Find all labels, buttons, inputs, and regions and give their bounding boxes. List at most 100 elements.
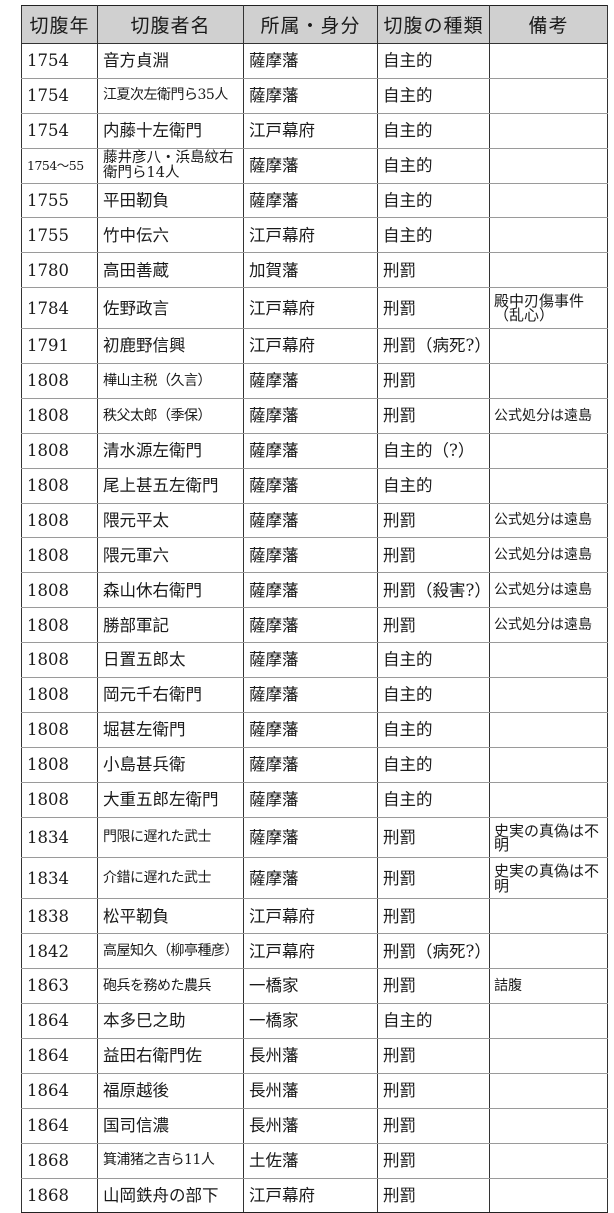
cell-affiliation: 江戸幕府 [243,328,378,365]
cell-affiliation: 江戸幕府 [243,933,378,970]
table-row: 1864 福原越後 長州藩 刑罰 [21,1073,608,1109]
cell-affiliation: 一橋家 [243,968,378,1005]
table-row: 1808 岡元千右衛門 薩摩藩 自主的 [21,677,608,713]
cell-year: 1864 [21,1108,98,1144]
cell-affiliation: 加賀藩 [243,252,378,289]
cell-year: 1780 [21,252,98,289]
cell-note [489,1108,608,1144]
cell-note: 公式処分は遠島 [489,398,608,434]
table-row: 1755 竹中伝六 江戸幕府 自主的 [21,217,608,254]
cell-note [489,252,608,289]
cell-year: 1808 [21,677,98,713]
cell-affiliation: 江戸幕府 [243,1178,378,1213]
cell-year: 1834 [21,857,98,900]
cell-affiliation: 薩摩藩 [243,537,378,574]
cell-year: 1808 [21,398,98,434]
table-row: 1838 松平靭負 江戸幕府 刑罰 [21,898,608,935]
table-row: 1864 本多巳之助 一橋家 自主的 [21,1003,608,1039]
cell-name: 初鹿野信興 [97,328,244,365]
cell-type: 自主的 [377,1003,490,1039]
cell-name: 福原越後 [97,1073,244,1109]
cell-name: 砲兵を務めた農兵 [97,968,244,1005]
cell-affiliation: 薩摩藩 [243,503,378,539]
cell-note [489,1178,608,1213]
table-row: 1808 日置五郎太 薩摩藩 自主的 [21,642,608,679]
table-row: 1808 小島甚兵衛 薩摩藩 自主的 [21,747,608,783]
cell-name: 音方貞淵 [97,43,244,79]
cell-affiliation: 長州藩 [243,1108,378,1144]
cell-affiliation: 薩摩藩 [243,642,378,679]
cell-name: 高田善蔵 [97,252,244,289]
cell-note [489,468,608,504]
cell-affiliation: 薩摩藩 [243,468,378,504]
cell-year: 1754 [21,78,98,114]
cell-year: 1755 [21,217,98,254]
cell-name: 岡元千右衛門 [97,677,244,713]
cell-note [489,677,608,713]
cell-type: 自主的 [377,677,490,713]
table-row: 1868 山岡鉄舟の部下 江戸幕府 刑罰 [21,1178,608,1213]
cell-affiliation: 江戸幕府 [243,113,378,149]
cell-name: 隈元軍六 [97,537,244,574]
cell-type: 刑罰 [377,363,490,399]
cell-year: 1834 [21,817,98,859]
cell-affiliation: 薩摩藩 [243,433,378,469]
cell-note [489,1038,608,1074]
cell-year: 1868 [21,1143,98,1179]
cell-type: 刑罰 [377,817,490,859]
cell-year: 1864 [21,1003,98,1039]
cell-type: 刑罰 [377,968,490,1005]
table-row: 1864 益田右衛門佐 長州藩 刑罰 [21,1038,608,1074]
table-row: 1754 音方貞淵 薩摩藩 自主的 [21,43,608,79]
cell-type: 刑罰 [377,252,490,289]
table-row: 1791 初鹿野信興 江戸幕府 刑罰（病死?） [21,328,608,365]
cell-type: 刑罰 [377,1143,490,1179]
cell-affiliation: 薩摩藩 [243,747,378,783]
cell-affiliation: 江戸幕府 [243,898,378,935]
header-row: 切腹年 切腹者名 所属・身分 切腹の種類 備考 [21,5,608,44]
cell-name: 堀甚左衛門 [97,712,244,748]
cell-affiliation: 薩摩藩 [243,782,378,818]
table-row: 1864 国司信濃 長州藩 刑罰 [21,1108,608,1144]
column-header-type: 切腹の種類 [377,5,490,44]
cell-year: 1808 [21,572,98,609]
cell-name: 箕浦猪之吉ら11人 [97,1143,244,1179]
cell-name: 門限に遅れた武士 [97,817,244,859]
table-row: 1755 平田靭負 薩摩藩 自主的 [21,183,608,219]
cell-year: 1808 [21,537,98,574]
table-row: 1754 内藤十左衛門 江戸幕府 自主的 [21,113,608,149]
table-row: 1808 大重五郎左衛門 薩摩藩 自主的 [21,782,608,818]
cell-affiliation: 薩摩藩 [243,183,378,219]
table-row: 1784 佐野政言 江戸幕府 刑罰 殿中刃傷事件（乱心） [21,287,608,330]
cell-year: 1808 [21,468,98,504]
column-header-year: 切腹年 [21,5,98,44]
cell-type: 自主的 [377,642,490,679]
cell-name: 竹中伝六 [97,217,244,254]
cell-type: 刑罰 [377,1108,490,1144]
cell-affiliation: 薩摩藩 [243,78,378,114]
cell-name: 国司信濃 [97,1108,244,1144]
cell-note [489,78,608,114]
cell-note [489,898,608,935]
cell-affiliation: 薩摩藩 [243,677,378,713]
cell-note [489,217,608,254]
cell-year: 1808 [21,607,98,644]
table-row: 1808 尾上甚五左衛門 薩摩藩 自主的 [21,468,608,504]
cell-note [489,113,608,149]
cell-note: 殿中刃傷事件（乱心） [489,287,608,330]
cell-name: 山岡鉄舟の部下 [97,1178,244,1213]
cell-year: 1808 [21,747,98,783]
cell-affiliation: 薩摩藩 [243,712,378,748]
cell-affiliation: 長州藩 [243,1038,378,1074]
cell-name: 樺山主税（久言） [97,363,244,399]
cell-year: 1808 [21,782,98,818]
cell-year: 1808 [21,433,98,469]
table-row: 1863 砲兵を務めた農兵 一橋家 刑罰 詰腹 [21,968,608,1005]
table-row: 1868 箕浦猪之吉ら11人 土佐藩 刑罰 [21,1143,608,1179]
cell-year: 1864 [21,1038,98,1074]
cell-year: 1791 [21,328,98,365]
table-row: 1834 門限に遅れた武士 薩摩藩 刑罰 史実の真偽は不明 [21,817,608,859]
cell-year: 1808 [21,712,98,748]
cell-type: 自主的（?） [377,433,490,469]
cell-type: 刑罰 [377,1073,490,1109]
